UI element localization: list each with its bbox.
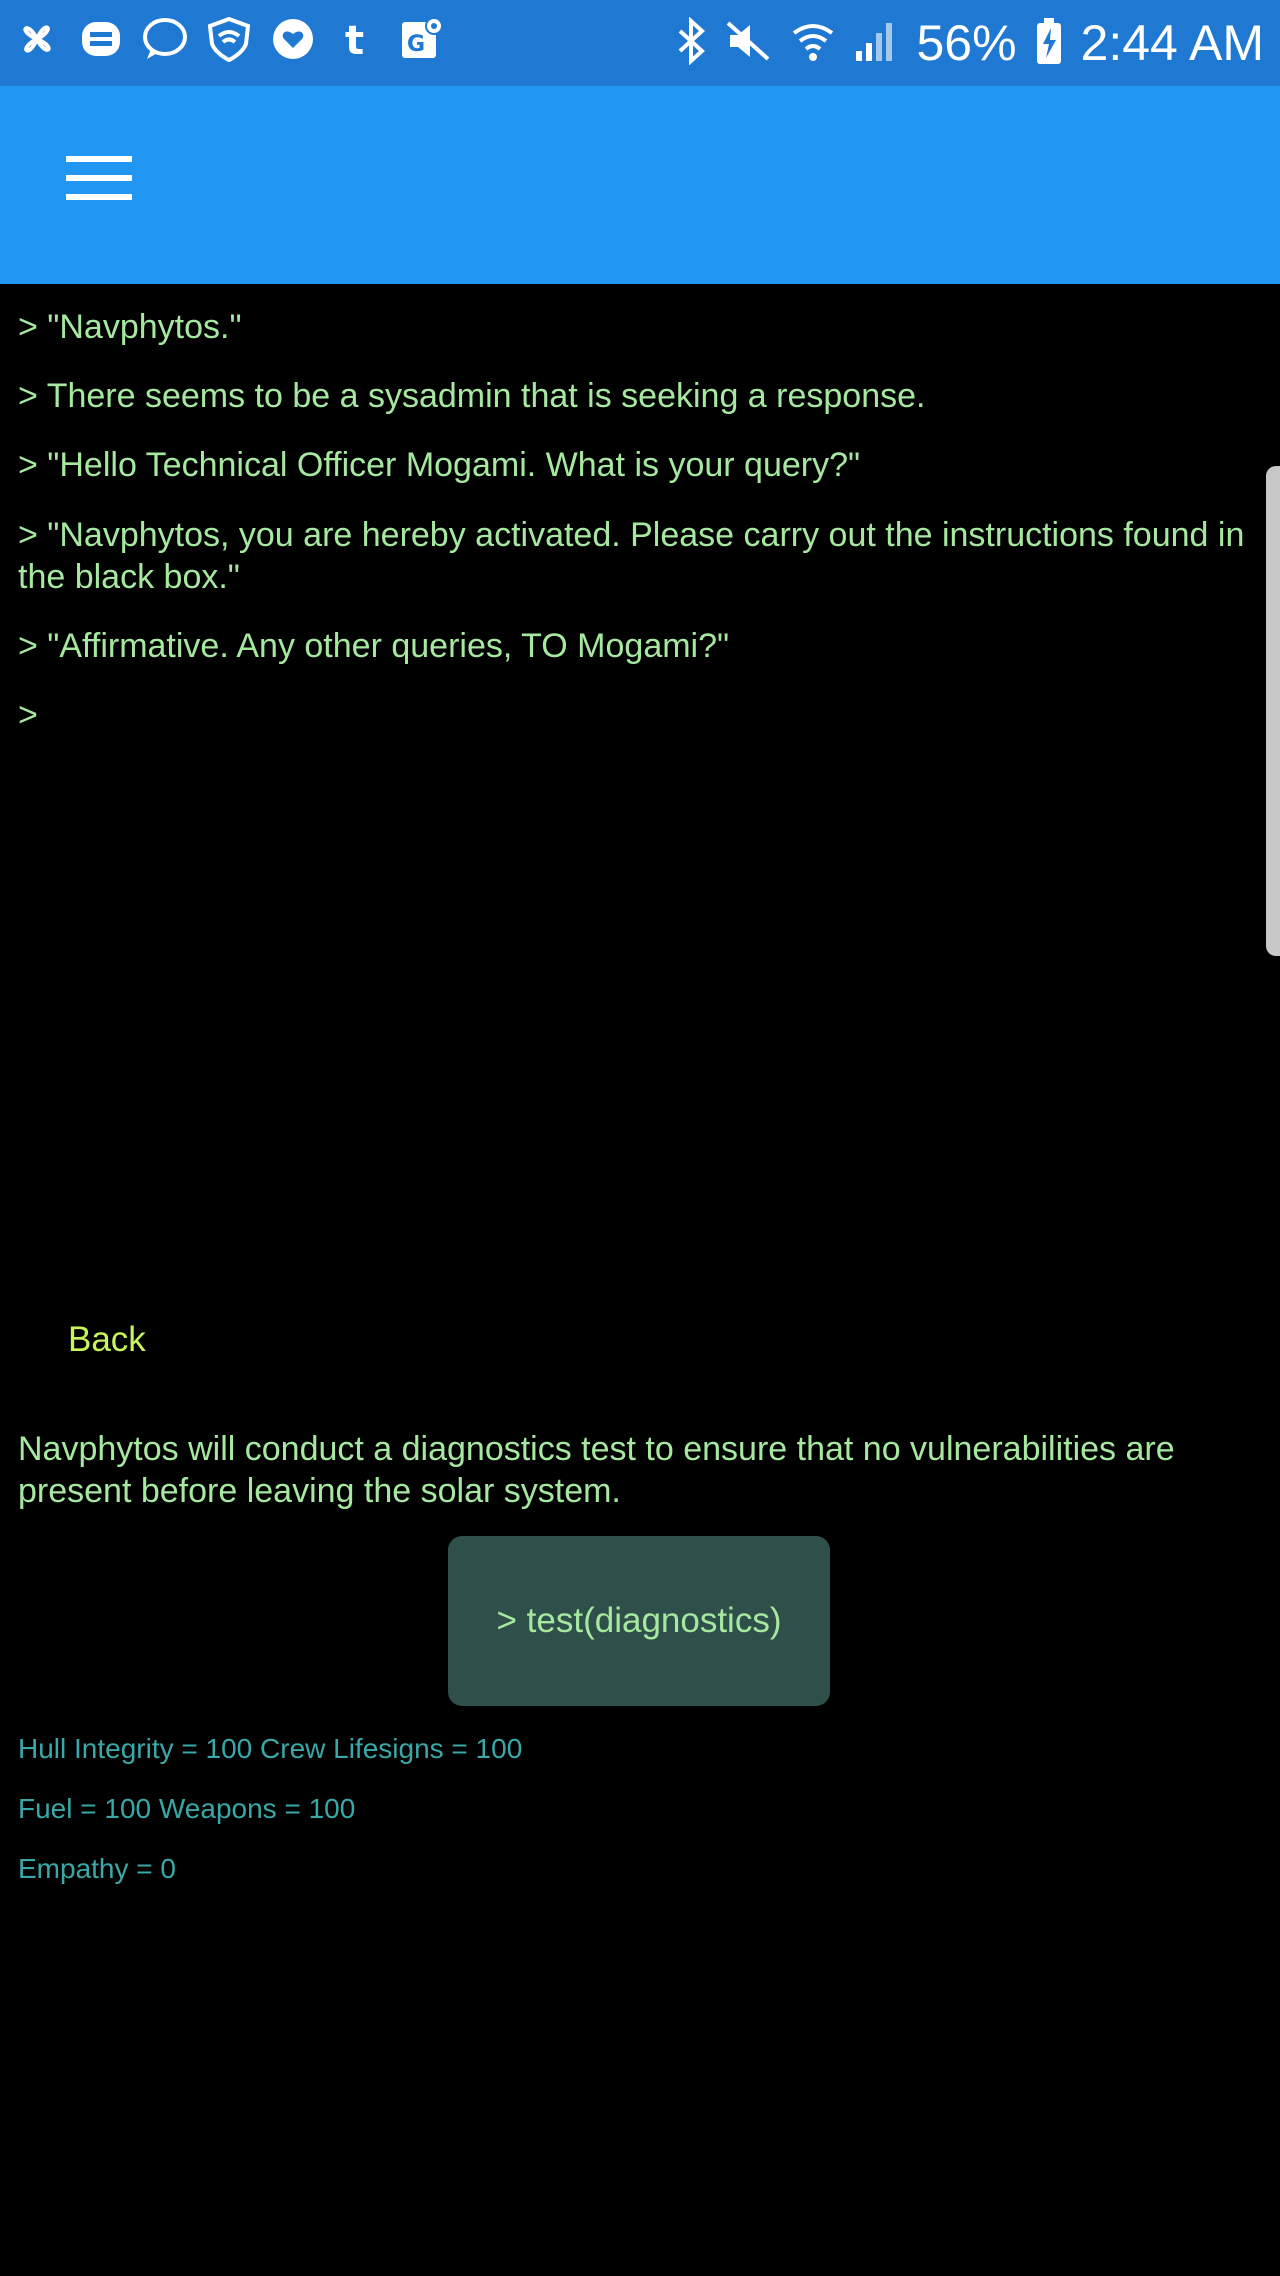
pinwheel-icon (12, 14, 62, 64)
app-bar (0, 86, 1280, 284)
bridgefy-icon (76, 14, 126, 64)
svg-text:G: G (407, 32, 425, 57)
stats-fuel-weapons: Fuel = 100 Weapons = 100 (18, 1793, 356, 1824)
hamburger-menu-icon[interactable] (60, 156, 140, 216)
maps-icon: G (396, 14, 446, 64)
log-line: > "Navphytos." (18, 308, 242, 346)
wifi-icon (790, 17, 836, 70)
game-content: > "Navphytos." > There seems to be a sys… (0, 284, 1280, 2276)
log-line: > "Hello Technical Officer Mogami. What … (18, 446, 861, 484)
tumblr-icon: t (332, 14, 382, 64)
battery-percent: 56% (916, 15, 1017, 71)
description-text: Navphytos will conduct a diagnostics tes… (18, 1430, 1175, 1510)
log-line: > "Navphytos, you are hereby activated. … (18, 516, 1245, 596)
heart-icon (268, 14, 318, 64)
system-status: 56% 2:44 AM (676, 10, 1264, 76)
shield-wifi-icon (204, 14, 254, 64)
notification-icons: t G (12, 14, 446, 64)
svg-text:t: t (345, 18, 364, 62)
clock: 2:44 AM (1080, 15, 1264, 71)
scrollbar-thumb[interactable] (1266, 466, 1280, 956)
bluetooth-icon (676, 15, 706, 70)
log-prompt: > (18, 696, 38, 734)
back-link[interactable]: Back (68, 1320, 146, 1360)
stats-hull-crew: Hull Integrity = 100 Crew Lifesigns = 10… (18, 1733, 523, 1764)
signal-icon (854, 17, 898, 70)
stats-empathy: Empathy = 0 (18, 1853, 176, 1884)
messenger-icon (140, 14, 190, 64)
test-diagnostics-button[interactable]: > test(diagnostics) (448, 1536, 830, 1706)
log-line: > "Affirmative. Any other queries, TO Mo… (18, 627, 730, 665)
battery-charging-icon (1035, 16, 1063, 71)
status-bar: t G 56% 2:44 AM (0, 0, 1280, 86)
mute-icon (724, 17, 772, 70)
log-line: > There seems to be a sysadmin that is s… (18, 377, 926, 415)
